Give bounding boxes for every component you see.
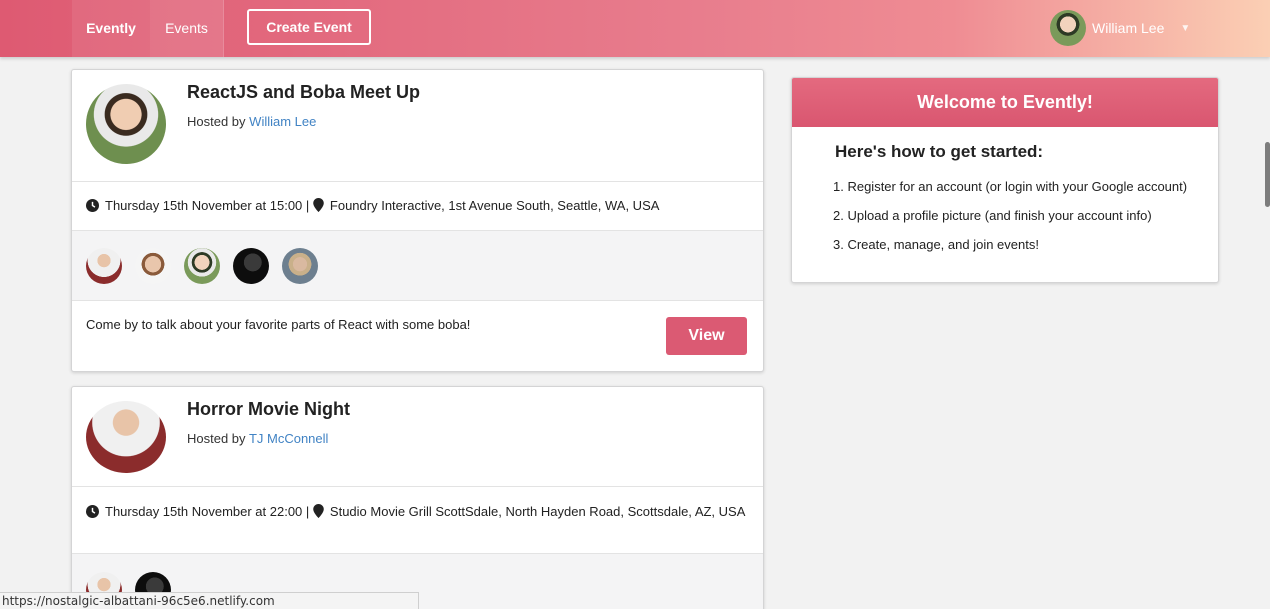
page-scrollbar[interactable] bbox=[1265, 142, 1270, 207]
host-link[interactable]: TJ McConnell bbox=[249, 431, 328, 446]
event-meta: Thursday 15th November at 22:00 | Studio… bbox=[72, 487, 763, 554]
event-card: Horror Movie Night Hosted by TJ McConnel… bbox=[71, 386, 764, 609]
host-link[interactable]: William Lee bbox=[249, 114, 316, 129]
hosted-by: Hosted by William Lee bbox=[187, 114, 316, 129]
top-navbar: Evently Events Create Event William Lee … bbox=[0, 0, 1270, 57]
user-menu[interactable]: William Lee ▼ bbox=[1050, 10, 1190, 46]
step-item: 3. Create, manage, and join events! bbox=[833, 237, 1039, 252]
event-description: Come by to talk about your favorite part… bbox=[86, 317, 471, 332]
welcome-title: Welcome to Evently! bbox=[792, 78, 1218, 127]
clock-icon bbox=[86, 199, 99, 212]
map-pin-icon bbox=[313, 198, 324, 212]
attendee-avatar[interactable] bbox=[233, 247, 269, 284]
event-card: ReactJS and Boba Meet Up Hosted by Willi… bbox=[71, 69, 764, 372]
attendee-avatar[interactable] bbox=[184, 247, 220, 284]
event-venue: Studio Movie Grill ScottSdale, North Hay… bbox=[329, 504, 746, 519]
nav-events-link[interactable]: Events bbox=[150, 0, 224, 57]
view-event-button[interactable]: View bbox=[666, 317, 747, 355]
event-title: ReactJS and Boba Meet Up bbox=[187, 82, 421, 102]
chevron-down-icon: ▼ bbox=[1180, 22, 1191, 34]
event-card-header: Horror Movie Night Hosted by TJ McConnel… bbox=[72, 387, 763, 487]
event-date: Thursday 15th November at 22:00 | bbox=[105, 504, 310, 519]
attendee-list bbox=[72, 231, 763, 301]
event-venue: Foundry Interactive, 1st Avenue South, S… bbox=[329, 198, 660, 213]
step-item: 2. Upload a profile picture (and finish … bbox=[833, 208, 1152, 223]
event-footer: Come by to talk about your favorite part… bbox=[72, 301, 763, 371]
clock-icon bbox=[86, 505, 99, 518]
event-card-header: ReactJS and Boba Meet Up Hosted by Willi… bbox=[72, 70, 763, 182]
nav-brand[interactable]: Evently bbox=[72, 0, 150, 57]
create-event-button[interactable]: Create Event bbox=[247, 9, 371, 45]
welcome-panel: Welcome to Evently! Here's how to get st… bbox=[791, 77, 1219, 283]
welcome-subtitle: Here's how to get started: bbox=[835, 142, 1044, 161]
step-item: 1. Register for an account (or login wit… bbox=[833, 179, 1188, 194]
hosted-by-label: Hosted by bbox=[187, 114, 246, 129]
event-meta: Thursday 15th November at 15:00 | Foundr… bbox=[72, 182, 763, 231]
user-name: William Lee bbox=[1092, 20, 1165, 36]
host-avatar[interactable] bbox=[86, 84, 166, 164]
browser-status-url: https://nostalgic-albattani-96c5e6.netli… bbox=[0, 592, 419, 609]
hosted-by: Hosted by TJ McConnell bbox=[187, 431, 328, 446]
attendee-avatar[interactable] bbox=[135, 247, 171, 284]
map-pin-icon bbox=[313, 504, 324, 518]
hosted-by-label: Hosted by bbox=[187, 431, 246, 446]
host-avatar[interactable] bbox=[86, 401, 166, 473]
attendee-avatar[interactable] bbox=[86, 247, 122, 284]
getting-started-steps: 1. Register for an account (or login wit… bbox=[833, 179, 1187, 266]
user-avatar bbox=[1050, 10, 1086, 46]
attendee-avatar[interactable] bbox=[282, 247, 318, 284]
event-title: Horror Movie Night bbox=[187, 399, 351, 419]
event-date: Thursday 15th November at 15:00 | bbox=[105, 198, 310, 213]
